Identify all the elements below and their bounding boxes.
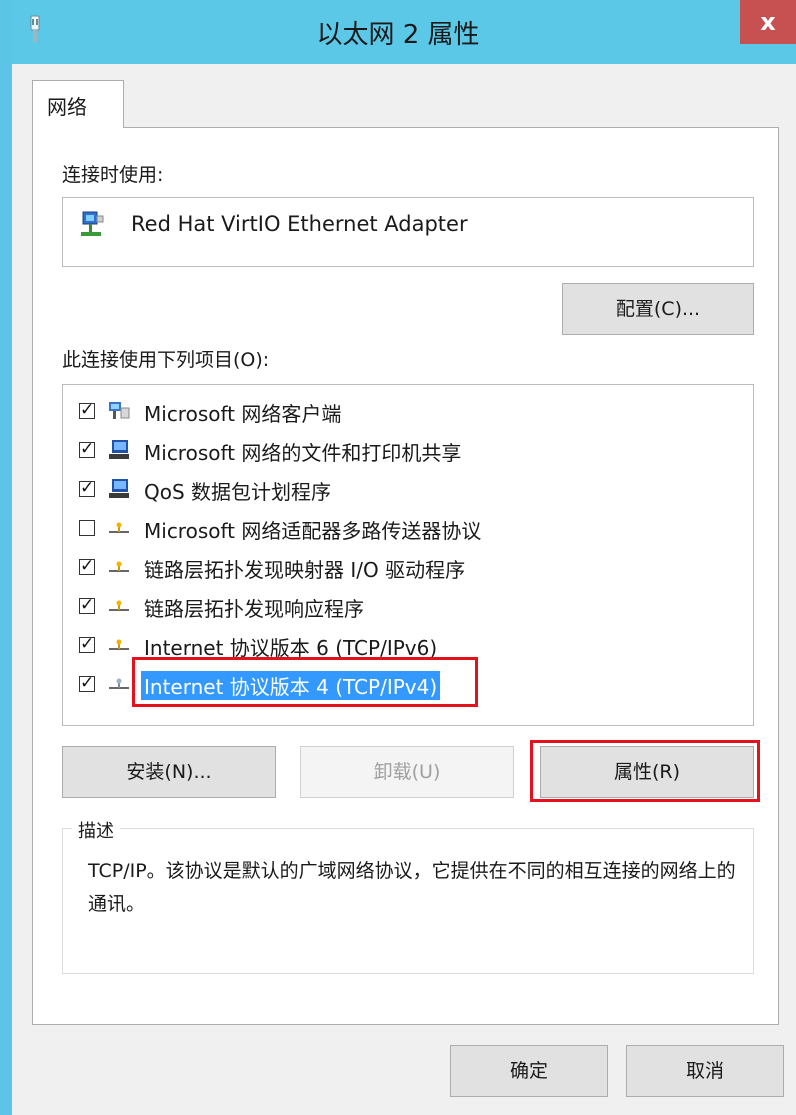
network-adapter-icon: [81, 211, 104, 236]
file-printer-sharing-icon: [109, 440, 129, 459]
list-item[interactable]: ✓ QoS 数据包计划程序: [63, 471, 753, 507]
cancel-button[interactable]: 取消: [626, 1045, 784, 1097]
checkbox[interactable]: ✓: [79, 595, 95, 615]
close-button[interactable]: x: [740, 0, 796, 44]
ok-button[interactable]: 确定: [450, 1045, 608, 1097]
protocol-icon: [109, 561, 129, 572]
window-border: [0, 0, 12, 1115]
list-item-label: QoS 数据包计划程序: [144, 480, 332, 504]
configure-button[interactable]: 配置(C)...: [562, 283, 754, 335]
list-item[interactable]: ✓ Microsoft 网络客户端: [63, 393, 753, 429]
check-icon: ✓: [80, 400, 95, 420]
tab-network[interactable]: 网络: [32, 80, 124, 128]
checkbox[interactable]: ✓: [79, 634, 95, 654]
list-item-label: Microsoft 网络客户端: [144, 402, 342, 426]
uninstall-button: 卸载(U): [300, 746, 514, 798]
network-client-icon: [109, 402, 130, 419]
install-button[interactable]: 安装(N)...: [62, 746, 276, 798]
protocol-icon: [109, 522, 129, 533]
protocol-icon: [109, 600, 129, 611]
list-item-label: Internet 协议版本 6 (TCP/IPv6): [144, 636, 438, 660]
list-item[interactable]: ✓ 链路层拓扑发现响应程序: [63, 588, 753, 624]
qos-scheduler-icon: [109, 479, 129, 498]
check-icon: ✓: [80, 556, 95, 576]
check-icon: ✓: [80, 595, 95, 615]
protocol-icon: [109, 639, 129, 650]
list-item-selected[interactable]: ✓ Internet 协议版本 4 (TCP/IPv4): [63, 666, 753, 702]
components-list[interactable]: ✓ Microsoft 网络客户端 ✓ Microsoft 网络的文件和打印机共…: [62, 384, 754, 726]
adapter-display: Red Hat VirtIO Ethernet Adapter: [62, 197, 754, 267]
description-text: TCP/IP。该协议是默认的广域网络协议，它提供在不同的相互连接的网络上的通讯。: [88, 860, 736, 915]
list-item[interactable]: ✓ 链路层拓扑发现映射器 I/O 驱动程序: [63, 549, 753, 585]
list-item[interactable]: Microsoft 网络适配器多路传送器协议: [63, 510, 753, 546]
list-item-label: Microsoft 网络的文件和打印机共享: [144, 441, 462, 465]
checkbox[interactable]: ✓: [79, 556, 95, 576]
connect-using-label: 连接时使用:: [62, 164, 164, 186]
list-item[interactable]: ✓ Microsoft 网络的文件和打印机共享: [63, 432, 753, 468]
checkbox[interactable]: ✓: [79, 400, 95, 420]
checkbox[interactable]: [79, 520, 95, 536]
window-title: 以太网 2 属性: [316, 20, 480, 50]
list-item-label: 链路层拓扑发现映射器 I/O 驱动程序: [144, 558, 466, 582]
check-icon: ✓: [80, 439, 95, 459]
list-item[interactable]: ✓ Internet 协议版本 6 (TCP/IPv6): [63, 627, 753, 663]
check-icon: ✓: [80, 478, 95, 498]
close-icon: x: [760, 8, 776, 36]
list-item-label: Internet 协议版本 4 (TCP/IPv4): [141, 671, 441, 700]
title-bar[interactable]: 以太网 2 属性 x: [0, 0, 796, 64]
adapter-name: Red Hat VirtIO Ethernet Adapter: [131, 212, 468, 236]
properties-button[interactable]: 属性(R): [540, 746, 754, 798]
protocol-icon: [109, 678, 129, 689]
check-icon: ✓: [80, 634, 95, 654]
items-list-label: 此连接使用下列项目(O):: [62, 349, 270, 371]
list-item-label: 链路层拓扑发现响应程序: [144, 597, 364, 621]
check-icon: ✓: [80, 673, 95, 693]
checkbox[interactable]: ✓: [79, 478, 95, 498]
checkbox[interactable]: ✓: [79, 439, 95, 459]
checkbox[interactable]: ✓: [79, 673, 95, 693]
list-item-label: Microsoft 网络适配器多路传送器协议: [144, 519, 482, 543]
description-title: 描述: [72, 817, 120, 843]
